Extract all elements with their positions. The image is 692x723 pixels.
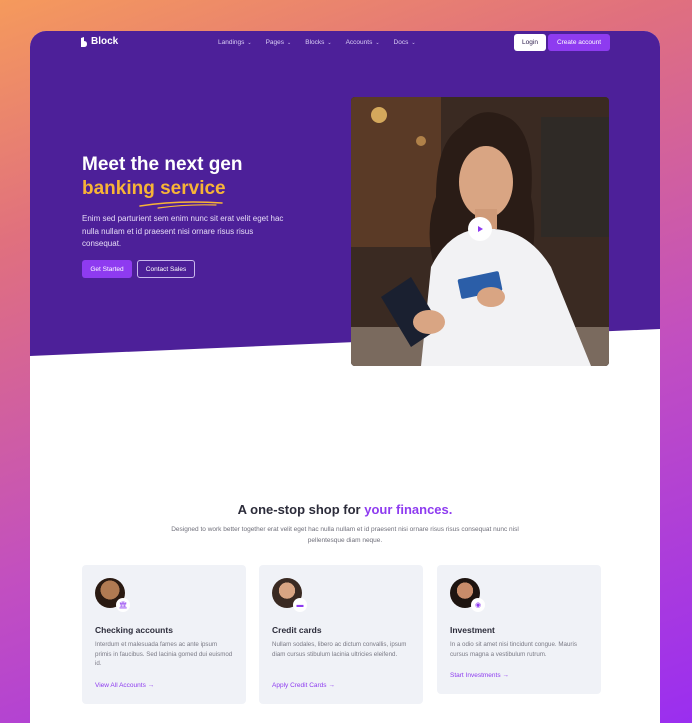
feature-title: Checking accounts <box>95 625 173 635</box>
top-nav: Block Landings ⌄ Pages ⌄ Blocks ⌄ Accounts ⌄… <box>30 31 660 55</box>
nav-item-label: Accounts <box>345 39 373 46</box>
nav-item-label: Landings <box>218 39 245 46</box>
chevron-down-icon: ⌄ <box>287 39 292 46</box>
nav-item-accounts[interactable]: Accounts ⌄ <box>346 39 380 46</box>
logo[interactable]: Block <box>80 36 118 47</box>
hero-title-accent: banking service <box>82 178 226 199</box>
get-started-button[interactable]: Get Started <box>82 260 132 278</box>
logo-text: Block <box>91 36 119 47</box>
page-container: Block Landings ⌄ Pages ⌄ Blocks ⌄ Accounts ⌄… <box>30 31 660 723</box>
section-title-accent: your finances. <box>364 502 453 517</box>
play-button[interactable] <box>468 217 492 241</box>
nav-item-docs[interactable]: Docs ⌄ <box>394 39 416 46</box>
chevron-down-icon: ⌄ <box>411 39 416 46</box>
section-title: A one-stop shop for your finances. <box>30 502 660 517</box>
chevron-down-icon: ⌄ <box>375 39 380 46</box>
nav-item-label: Blocks <box>305 39 325 46</box>
section-title-plain: A one-stop shop for <box>237 502 365 517</box>
feature-description: Interdum et malesuada fames ac ante ipsu… <box>95 641 233 667</box>
login-button[interactable]: Login <box>514 34 546 51</box>
hero-title-line1: Meet the next gen <box>82 154 243 175</box>
section-description: Designed to work better together erat ve… <box>171 526 519 544</box>
feature-description: Nullam sodales, libero ac dictum convall… <box>272 641 407 658</box>
underline-decoration <box>139 201 223 209</box>
chevron-down-icon: ⌄ <box>247 39 252 46</box>
contact-sales-button[interactable]: Contact Sales <box>137 260 195 278</box>
nav-item-blocks[interactable]: Blocks ⌄ <box>305 39 331 46</box>
feature-card-credit: ▬ Credit cards Nullam sodales, libero ac… <box>259 565 423 704</box>
nav-item-landings[interactable]: Landings ⌄ <box>218 39 252 46</box>
feature-title: Credit cards <box>272 625 322 635</box>
camera-icon: ◉ <box>471 598 485 612</box>
logo-icon <box>81 36 87 47</box>
feature-card-checking: 🏛 Checking accounts Interdum et malesuad… <box>82 565 246 704</box>
nav-item-pages[interactable]: Pages ⌄ <box>266 39 292 46</box>
hero-title: Meet the next gen banking service <box>82 153 302 201</box>
hero-photo <box>351 97 609 366</box>
create-account-button[interactable]: Create account <box>548 34 610 51</box>
feature-description: In a odio sit amet nisi tincidunt congue… <box>450 641 577 658</box>
feature-title: Investment <box>450 625 495 635</box>
feature-card-investment: ◉ Investment In a odio sit amet nisi tin… <box>437 565 601 694</box>
nav-item-label: Docs <box>393 39 409 46</box>
hero-description: Enim sed parturient sem enim nunc sit er… <box>82 214 284 248</box>
chevron-down-icon: ⌄ <box>327 39 332 46</box>
start-investments-link[interactable]: Start Investments → <box>450 672 509 679</box>
view-all-accounts-link[interactable]: View All Accounts → <box>95 682 154 689</box>
play-icon <box>478 226 483 232</box>
bank-icon: 🏛 <box>116 598 130 612</box>
nav-links: Landings ⌄ Pages ⌄ Blocks ⌄ Accounts ⌄ Docs ⌄ <box>218 39 416 46</box>
apply-credit-cards-link[interactable]: Apply Credit Cards → <box>272 682 335 689</box>
credit-card-icon: ▬ <box>293 598 307 612</box>
nav-item-label: Pages <box>265 39 285 46</box>
